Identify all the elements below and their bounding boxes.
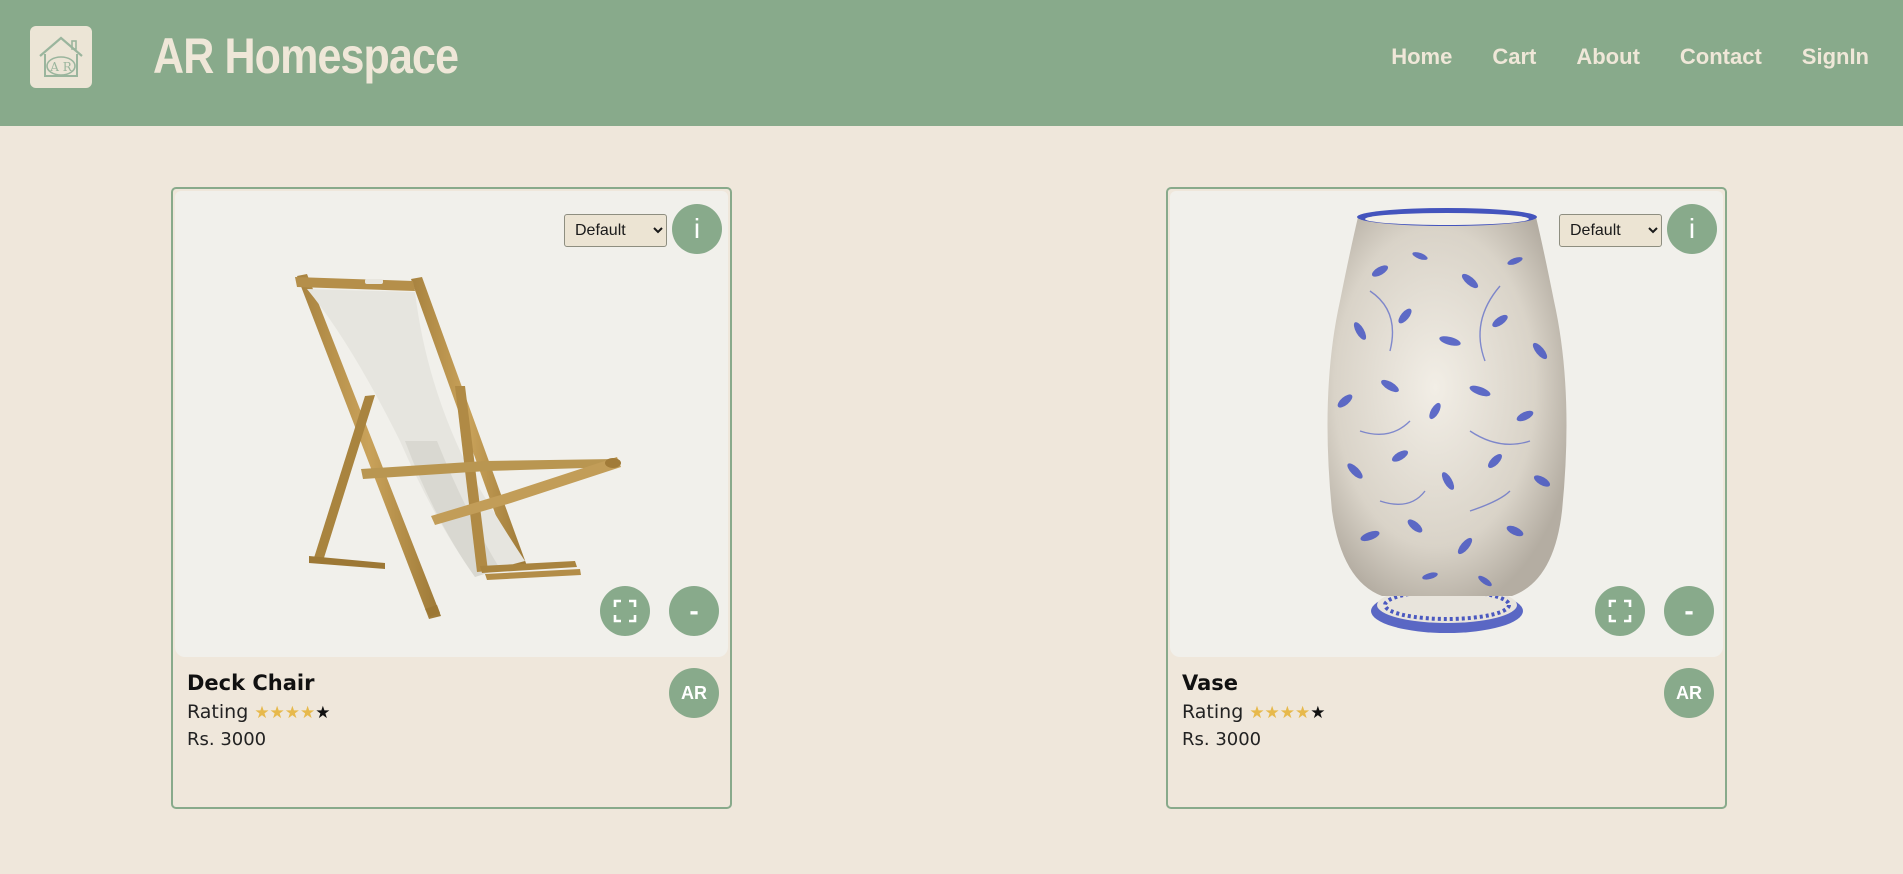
logo-text: A R xyxy=(49,60,72,74)
nav-cart[interactable]: Cart xyxy=(1492,44,1536,70)
model-viewer[interactable]: Default i - xyxy=(1170,191,1723,657)
vase-image xyxy=(1327,208,1567,633)
model-viewer[interactable]: Default i - xyxy=(175,191,728,657)
info-button[interactable]: i xyxy=(1667,204,1717,254)
rating-stars-filled: ★★★★ xyxy=(254,703,316,723)
product-price: Rs. 3000 xyxy=(1182,729,1262,750)
nav-contact[interactable]: Contact xyxy=(1680,44,1762,70)
product-card-vase: Default i - Vase Rating ★★★★★ Rs. 3000 A… xyxy=(1166,187,1727,809)
top-header: A R AR Homespace Home Cart About Contact… xyxy=(0,0,1903,126)
variant-select[interactable]: Default xyxy=(1559,214,1662,247)
house-logo-icon: A R xyxy=(39,36,83,77)
fullscreen-icon xyxy=(1608,599,1632,623)
rating-stars-empty: ★ xyxy=(315,703,331,723)
remove-button[interactable]: - xyxy=(669,586,719,636)
info-button[interactable]: i xyxy=(672,204,722,254)
deck-chair-image xyxy=(295,274,621,619)
product-rating: Rating ★★★★★ xyxy=(1182,701,1326,723)
rating-label: Rating xyxy=(1182,701,1244,723)
product-title: Vase xyxy=(1182,671,1239,695)
product-title: Deck Chair xyxy=(187,671,315,695)
product-price: Rs. 3000 xyxy=(187,729,267,750)
remove-button[interactable]: - xyxy=(1664,586,1714,636)
logo[interactable]: A R xyxy=(30,26,92,88)
product-rating: Rating ★★★★★ xyxy=(187,701,331,723)
rating-label: Rating xyxy=(187,701,249,723)
main-nav: Home Cart About Contact SignIn xyxy=(1391,44,1869,70)
ar-view-button[interactable]: AR xyxy=(1664,668,1714,718)
product-card-deck-chair: Default i - Deck Chair Rating ★★★★★ Rs. … xyxy=(171,187,732,809)
variant-select[interactable]: Default xyxy=(564,214,667,247)
rating-stars-filled: ★★★★ xyxy=(1249,703,1311,723)
nav-about[interactable]: About xyxy=(1576,44,1640,70)
rating-stars-empty: ★ xyxy=(1310,703,1326,723)
fullscreen-icon xyxy=(613,599,637,623)
fullscreen-button[interactable] xyxy=(1595,586,1645,636)
ar-view-button[interactable]: AR xyxy=(669,668,719,718)
brand-title: AR Homespace xyxy=(153,28,459,84)
nav-home[interactable]: Home xyxy=(1391,44,1452,70)
nav-signin[interactable]: SignIn xyxy=(1802,44,1869,70)
fullscreen-button[interactable] xyxy=(600,586,650,636)
